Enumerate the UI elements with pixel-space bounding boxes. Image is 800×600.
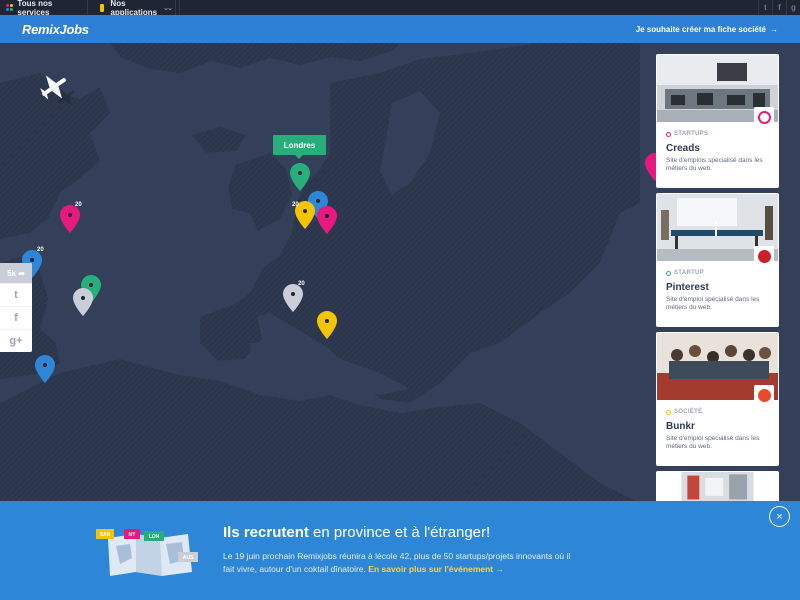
company-card[interactable]: STARTUP Pinterest Site d'emploi spéciali… — [656, 193, 779, 327]
map-pin-pink[interactable]: 20 — [60, 202, 82, 233]
map-pin-yellow[interactable]: 20 — [292, 201, 315, 229]
cta-label: Je souhaite créer ma fiche société — [635, 24, 766, 34]
top-bar: Tous nos services ⌄ Nos applications ⌄ t… — [0, 0, 800, 17]
company-type-label: STARTUPS — [674, 131, 709, 137]
banner-text: Le 19 juin prochain Remixjobs réunira à … — [223, 550, 583, 576]
company-description: Site d'emplois spécialisé dans les métie… — [666, 157, 763, 172]
tag-aus: AUS — [183, 555, 194, 561]
header: RemixJobs Je souhaite créer ma fiche soc… — [0, 15, 800, 43]
share-count[interactable]: 5k ➦ — [0, 263, 32, 283]
close-icon[interactable]: × — [769, 506, 790, 527]
tag-ny: NY — [129, 532, 137, 538]
map-pin-grey[interactable] — [73, 288, 93, 316]
company-type: SOCIÉTÉ — [666, 409, 702, 415]
pin-count: 20 — [292, 202, 299, 208]
phone-icon — [100, 3, 105, 12]
share-icon: ➦ — [18, 268, 25, 278]
arrow-right-icon: → — [770, 24, 778, 34]
company-name: Pinterest — [666, 282, 709, 293]
company-logo — [754, 246, 774, 266]
chevron-down-icon: ⌄ — [167, 4, 173, 12]
facebook-icon[interactable]: f — [772, 0, 786, 15]
map-pin-grey[interactable]: 20 — [283, 281, 305, 312]
topbar-social: t f g — [758, 0, 800, 15]
arrow-right-icon: → — [495, 564, 505, 574]
apps-menu[interactable]: Nos applications ⌄ — [94, 0, 180, 17]
pin-count: 20 — [298, 281, 305, 287]
company-name: Creads — [666, 143, 700, 154]
tag-san: SAN — [100, 532, 111, 538]
company-type: STARTUP — [666, 270, 704, 276]
tag-lon: LON — [149, 534, 160, 540]
company-description: Site d'emploi spécialisé dans les métier… — [666, 296, 760, 311]
share-count-label: 5k — [7, 268, 16, 278]
banner-title: Ils recrutent en province et à l'étrange… — [223, 524, 490, 541]
company-type: STARTUPS — [666, 131, 708, 137]
company-card[interactable]: SOCIÉTÉ Bunkr Site d'emploi spécialisé d… — [656, 332, 779, 466]
facebook-icon[interactable]: f — [0, 306, 32, 329]
map-pin-yellow[interactable] — [317, 311, 337, 339]
google-plus-icon[interactable]: g — [786, 0, 800, 15]
company-type-label: STARTUP — [674, 270, 704, 276]
pin-count: 20 — [75, 202, 82, 208]
map-illustration: SAN NY LON AUS — [96, 529, 198, 576]
banner-title-rest: en province et à l'étranger! — [308, 524, 491, 541]
learn-more-label: En savoir plus sur l'événement — [368, 564, 494, 574]
company-card[interactable]: STARTUPS Creads Site d'emplois spécialis… — [656, 54, 779, 188]
company-logo — [754, 385, 774, 405]
company-description: Site d'emploi spécialisé dans les métier… — [666, 435, 760, 450]
twitter-icon[interactable]: t — [0, 283, 32, 306]
services-icon — [6, 4, 13, 11]
pin-count: 20 — [37, 247, 44, 253]
map-pin-pink[interactable] — [317, 206, 337, 234]
google-plus-icon[interactable]: g+ — [0, 329, 32, 352]
create-company-page-link[interactable]: Je souhaite créer ma fiche société → — [636, 25, 778, 34]
company-logo — [754, 107, 774, 127]
twitter-icon[interactable]: t — [758, 0, 772, 15]
services-menu[interactable]: Tous nos services — [0, 0, 88, 17]
map-pin-green[interactable] — [290, 163, 310, 191]
banner-title-bold: Ils recrutent — [223, 524, 309, 541]
company-name: Bunkr — [666, 421, 695, 432]
company-type-label: SOCIÉTÉ — [674, 409, 703, 415]
plane-icon — [40, 75, 75, 105]
map-pin-blue[interactable] — [35, 355, 55, 383]
learn-more-link[interactable]: En savoir plus sur l'événement → — [368, 564, 504, 574]
city-tooltip: Londres — [273, 135, 326, 159]
logo[interactable]: RemixJobs — [22, 22, 89, 37]
share-widget: 5k ➦ t f g+ — [0, 263, 32, 352]
